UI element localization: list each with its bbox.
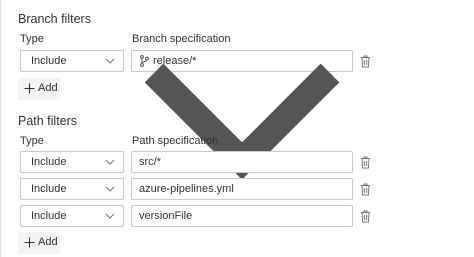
path-type-select[interactable]: Include	[20, 151, 124, 173]
path-spec-value: versionFile	[139, 210, 193, 222]
path-type-select[interactable]: Include	[20, 205, 124, 227]
branch-filters-title: Branch filters	[18, 12, 91, 26]
add-branch-filter-button[interactable]: Add	[18, 78, 60, 100]
plus-icon	[24, 83, 35, 94]
add-path-filter-button[interactable]: Add	[18, 232, 60, 254]
path-spec-value: azure-pipelines.yml	[139, 183, 234, 195]
path-filters-title: Path filters	[18, 114, 78, 128]
branch-icon	[140, 55, 149, 67]
trash-icon[interactable]	[360, 156, 371, 169]
trash-icon[interactable]	[360, 183, 371, 196]
branch-filters-section: Branch filters	[18, 12, 91, 26]
branch-type-header: Type	[20, 33, 44, 45]
path-type-value: Include	[31, 183, 67, 195]
path-type-header: Type	[20, 135, 44, 147]
panel-left-border	[0, 0, 1, 257]
branch-spec-value: release/*	[153, 55, 197, 67]
add-path-filter-label: Add	[38, 236, 58, 248]
branch-type-value: Include	[31, 55, 67, 67]
path-type-select[interactable]: Include	[20, 178, 124, 200]
path-spec-input[interactable]: versionFile	[131, 205, 353, 227]
trash-icon[interactable]	[360, 210, 371, 223]
path-spec-input[interactable]: src/*	[131, 151, 353, 173]
chevron-down-icon	[105, 58, 115, 64]
path-filters-section: Path filters	[18, 114, 77, 128]
path-spec-input[interactable]: azure-pipelines.yml	[131, 178, 353, 200]
trash-icon[interactable]	[360, 55, 371, 68]
add-branch-filter-label: Add	[38, 82, 58, 94]
path-spec-header: Path specification	[132, 135, 219, 147]
chevron-down-icon	[105, 213, 115, 219]
branch-type-select[interactable]: Include	[20, 50, 124, 72]
chevron-down-icon	[105, 159, 115, 165]
branch-spec-header: Branch specification	[132, 33, 231, 45]
path-type-value: Include	[31, 156, 67, 168]
branch-spec-select[interactable]: release/*	[131, 50, 353, 180]
plus-icon	[24, 237, 35, 248]
chevron-down-icon	[105, 186, 115, 192]
path-spec-value: src/*	[139, 156, 161, 168]
path-type-value: Include	[31, 210, 67, 222]
